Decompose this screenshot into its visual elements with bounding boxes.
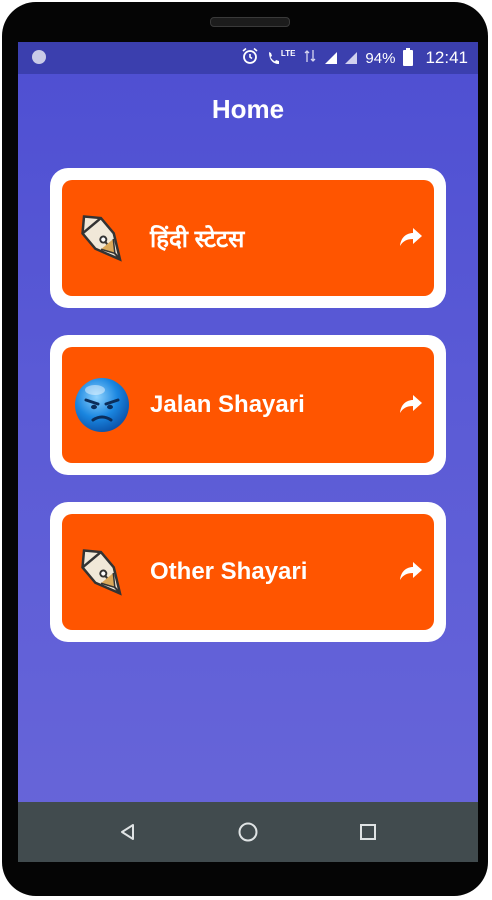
menu-card-label: Jalan Shayari [150, 391, 305, 418]
phone-speaker [210, 17, 290, 27]
share-arrow-icon [396, 391, 424, 419]
share-arrow-icon [396, 224, 424, 252]
screen: LTE 94% 12:41 Home हिंदी स्टेटस Jalan Sh… [18, 42, 478, 862]
menu-card-label: हिंदी स्टेटस [150, 225, 245, 253]
phone-frame: LTE 94% 12:41 Home हिंदी स्टेटस Jalan Sh… [2, 2, 488, 896]
clock-time: 12:41 [425, 48, 468, 67]
menu-card-label: Other Shayari [150, 558, 308, 585]
menu-card-body[interactable]: Jalan Shayari [62, 347, 434, 463]
menu-card-jalan-shayari[interactable]: Jalan Shayari [50, 335, 446, 475]
share-arrow-icon [396, 558, 424, 586]
status-bar: LTE 94% 12:41 [18, 42, 478, 74]
signal-icon [325, 52, 338, 64]
alarm-icon [241, 47, 259, 69]
fountain-pen-icon [68, 204, 136, 272]
menu-card-body[interactable]: हिंदी स्टेटस [62, 180, 434, 296]
fountain-pen-icon [68, 538, 136, 606]
page-title: Home [211, 94, 285, 124]
home-circle-icon[interactable] [228, 812, 268, 852]
call-lte-icon: LTE [267, 49, 296, 66]
menu-card-other-shayari[interactable]: Other Shayari [50, 502, 446, 642]
menu-card-hindi-status[interactable]: हिंदी स्टेटस [50, 168, 446, 308]
notification-dot-icon [32, 50, 46, 64]
battery-percent: 94% [365, 49, 396, 67]
navigation-bar [18, 802, 478, 862]
recents-square-icon[interactable] [348, 812, 388, 852]
back-triangle-icon[interactable] [108, 812, 148, 852]
menu-card-body[interactable]: Other Shayari [62, 514, 434, 630]
angry-face-icon [68, 371, 136, 439]
lte-label: LTE [280, 49, 296, 58]
data-arrows-icon [303, 48, 317, 68]
status-icons: LTE 94% 12:41 [241, 42, 468, 74]
battery-icon [403, 48, 414, 66]
signal-secondary-icon [345, 52, 358, 64]
